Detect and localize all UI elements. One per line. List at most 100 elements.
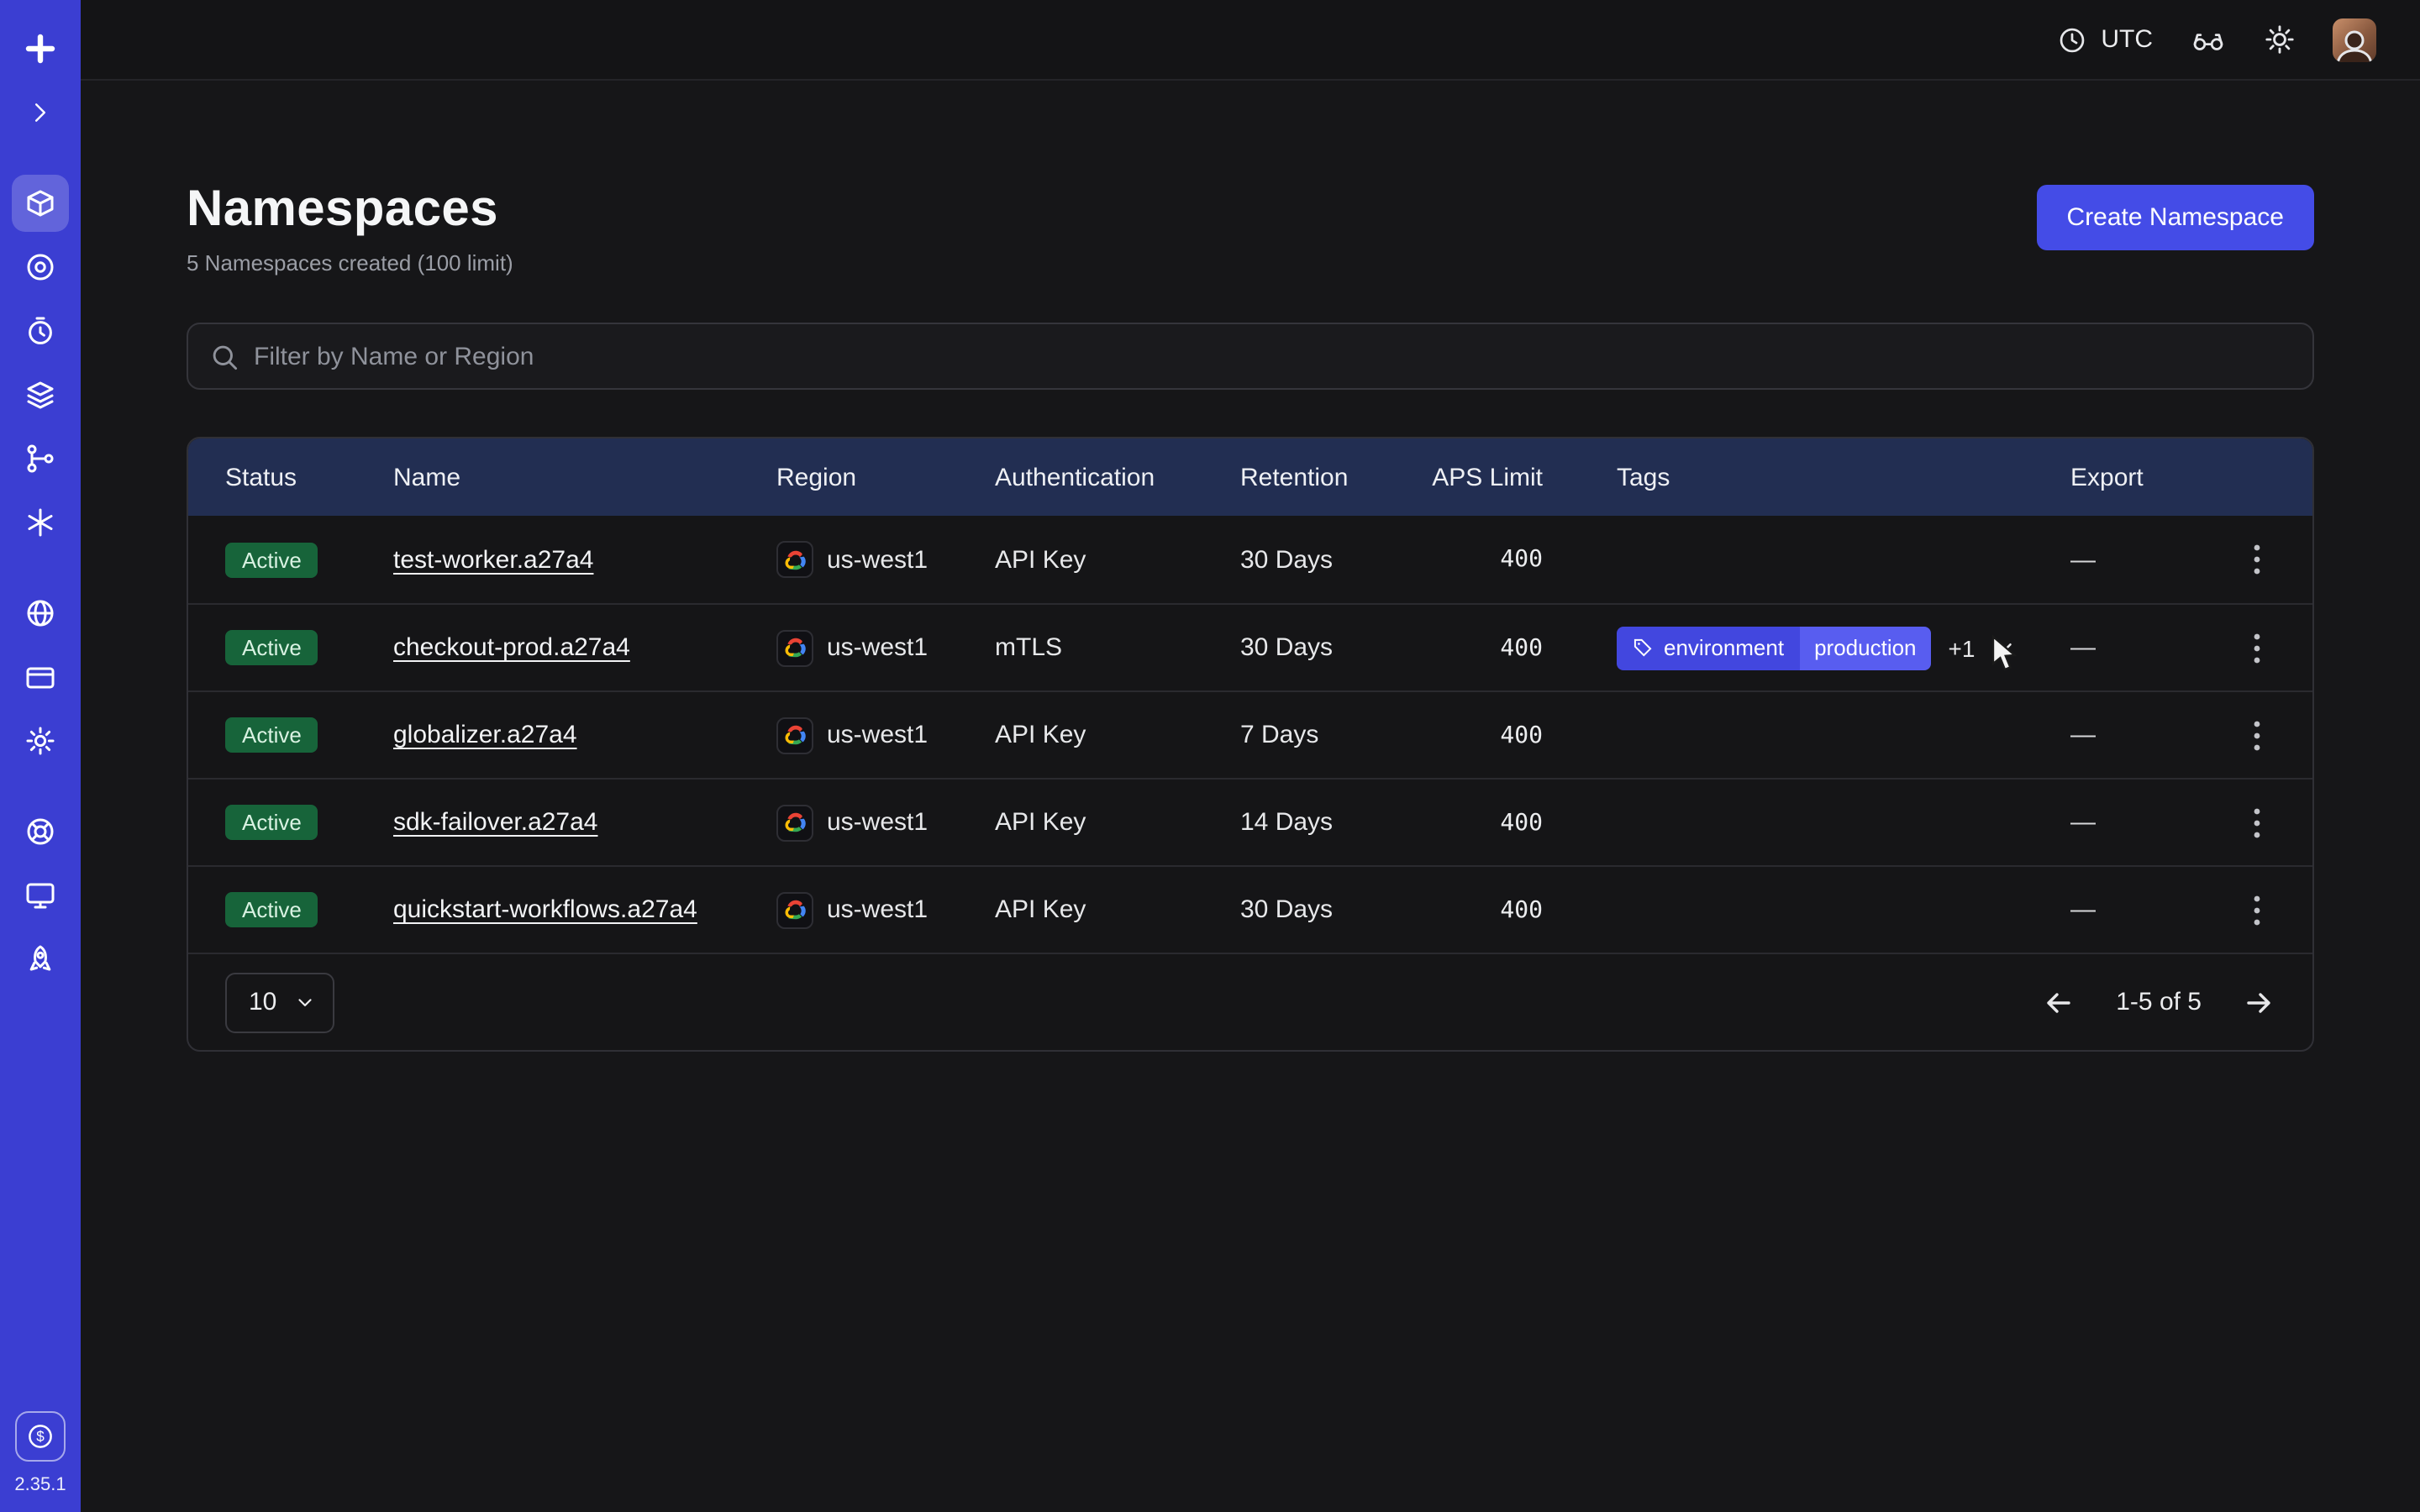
name-cell: globalizer.a27a4 [393, 721, 776, 749]
retention-cell: 30 Days [1240, 895, 1408, 924]
region-label: us-west1 [827, 545, 928, 574]
page-title-block: Namespaces 5 Namespaces created (100 lim… [187, 181, 513, 276]
status-cell: Active [225, 717, 393, 753]
actions-cell [2238, 621, 2275, 675]
row-menu-button[interactable] [2238, 883, 2275, 937]
timezone-selector[interactable]: UTC [2057, 24, 2153, 55]
actions-cell [2238, 708, 2275, 762]
export-cell: — [2040, 808, 2238, 837]
google-cloud-icon [776, 804, 813, 841]
row-menu-button[interactable] [2238, 533, 2275, 586]
export-cell: — [2040, 721, 2238, 749]
app-window: $ 2.35.1 UTC Namespaces 5 N [0, 0, 2420, 1512]
tag-icon [1632, 637, 1654, 659]
name-cell: quickstart-workflows.a27a4 [393, 895, 776, 924]
auth-cell: API Key [995, 721, 1240, 749]
table-body: Active test-worker.a27a4 us-west1 API Ke… [188, 516, 2312, 953]
namespace-link[interactable]: checkout-prod.a27a4 [393, 633, 630, 662]
table-footer: 10 1-5 of 5 [188, 953, 2312, 1050]
aps-limit-cell: 400 [1408, 896, 1543, 923]
tags-cell: environment production +1 [1543, 626, 2040, 669]
sidebar-item-settings[interactable] [12, 712, 69, 769]
actions-cell [2238, 795, 2275, 849]
sidebar-item-batch-operations[interactable] [12, 430, 69, 487]
temporal-logo-icon[interactable] [12, 20, 69, 77]
clock-icon [2057, 24, 2087, 55]
sidebar-item-billing[interactable] [12, 648, 69, 706]
status-badge: Active [225, 630, 318, 665]
aps-limit-cell: 400 [1408, 634, 1543, 661]
user-avatar[interactable] [2333, 18, 2376, 61]
sidebar-item-deployments[interactable] [12, 366, 69, 423]
arrow-right-icon [2242, 985, 2275, 1019]
page-size-select[interactable]: 10 [225, 972, 334, 1032]
retention-cell: 7 Days [1240, 721, 1408, 749]
sidebar-item-usage[interactable] [12, 585, 69, 642]
page-size-value: 10 [249, 988, 276, 1016]
status-badge: Active [225, 805, 318, 840]
table-row: Active quickstart-workflows.a27a4 us-wes… [188, 865, 2312, 953]
region-cell: us-west1 [776, 891, 995, 928]
topbar: UTC [81, 0, 2420, 81]
reader-glasses-icon[interactable] [2190, 21, 2227, 58]
table-row: Active sdk-failover.a27a4 us-west1 API K… [188, 778, 2312, 865]
tag-pill[interactable]: environment production [1617, 626, 1932, 669]
cost-dollar-icon[interactable]: $ [15, 1411, 66, 1462]
region-cell: us-west1 [776, 629, 995, 666]
header-tags: Tags [1543, 463, 2040, 491]
region-label: us-west1 [827, 808, 928, 837]
page-title: Namespaces [187, 181, 513, 239]
region-cell: us-west1 [776, 717, 995, 753]
filter-input[interactable] [254, 342, 2291, 370]
aps-limit-cell: 400 [1408, 546, 1543, 573]
region-label: us-west1 [827, 895, 928, 924]
sidebar-item-getting-started[interactable] [12, 931, 69, 988]
header-status: Status [225, 463, 393, 491]
region-label: us-west1 [827, 633, 928, 662]
auth-cell: API Key [995, 808, 1240, 837]
collapse-chevron-icon[interactable] [12, 84, 69, 141]
name-cell: sdk-failover.a27a4 [393, 808, 776, 837]
sidebar-item-support[interactable] [12, 803, 69, 860]
actions-cell [2238, 883, 2275, 937]
row-menu-button[interactable] [2238, 708, 2275, 762]
namespaces-table: Status Name Region Authentication Retent… [187, 437, 2314, 1052]
namespace-link[interactable]: quickstart-workflows.a27a4 [393, 895, 697, 924]
header-export: Export [2040, 463, 2238, 491]
sidebar-item-workflows[interactable] [12, 239, 69, 296]
table-header-row: Status Name Region Authentication Retent… [188, 438, 2312, 516]
table-row: Active checkout-prod.a27a4 us-west1 mTLS… [188, 603, 2312, 690]
region-cell: us-west1 [776, 804, 995, 841]
tag-key-segment: environment [1617, 626, 1799, 669]
retention-cell: 30 Days [1240, 545, 1408, 574]
sidebar-item-namespaces[interactable] [12, 175, 69, 232]
prev-page-button[interactable] [2042, 985, 2075, 1019]
namespace-link[interactable]: sdk-failover.a27a4 [393, 808, 598, 837]
main-column: UTC Namespaces 5 Namespaces created (100… [81, 0, 2420, 1512]
google-cloud-icon [776, 629, 813, 666]
sidebar-item-docs[interactable] [12, 867, 69, 924]
filter-bar [187, 323, 2314, 390]
sun-theme-icon[interactable] [2264, 24, 2296, 55]
search-icon [210, 342, 239, 370]
sidebar-item-schedules[interactable] [12, 302, 69, 360]
row-menu-button[interactable] [2238, 795, 2275, 849]
auth-cell: mTLS [995, 633, 1240, 662]
name-cell: test-worker.a27a4 [393, 545, 776, 574]
google-cloud-icon [776, 541, 813, 578]
export-cell: — [2040, 545, 2238, 574]
namespace-link[interactable]: globalizer.a27a4 [393, 721, 577, 749]
row-menu-button[interactable] [2238, 621, 2275, 675]
retention-cell: 14 Days [1240, 808, 1408, 837]
create-namespace-button[interactable]: Create Namespace [2037, 185, 2314, 250]
aps-limit-cell: 400 [1408, 722, 1543, 748]
tags-expand-button[interactable] [1991, 635, 2017, 660]
tag-value: production [1799, 626, 1931, 669]
sidebar-item-nexus[interactable] [12, 494, 69, 551]
timezone-label: UTC [2101, 25, 2153, 54]
next-page-button[interactable] [2242, 985, 2275, 1019]
region-cell: us-west1 [776, 541, 995, 578]
app-version: 2.35.1 [14, 1475, 66, 1495]
namespace-link[interactable]: test-worker.a27a4 [393, 545, 593, 574]
table-row: Active globalizer.a27a4 us-west1 API Key… [188, 690, 2312, 778]
